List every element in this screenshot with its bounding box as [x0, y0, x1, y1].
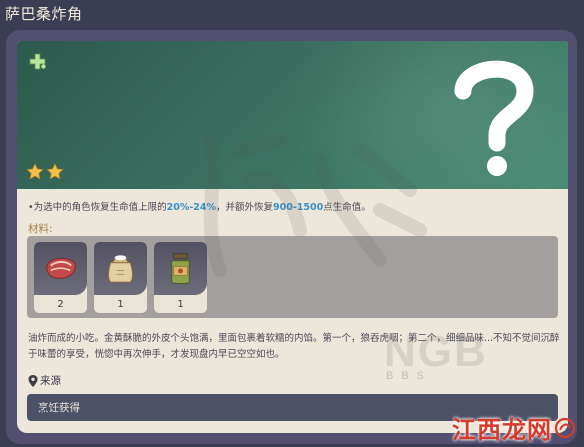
- material-count: 1: [117, 299, 124, 310]
- effect-percent: 20%-24%: [166, 202, 217, 213]
- material-item-jam-jar[interactable]: 1: [154, 242, 207, 313]
- material-count: 1: [177, 299, 184, 310]
- effect-prefix: •为选中的角色恢复生命值上限的: [28, 202, 167, 213]
- effect-text: •为选中的角色恢复生命值上限的20%-24%，并额外恢复900-1500点生命值…: [28, 199, 558, 213]
- title-bar: 萨巴桑炸角: [0, 0, 584, 26]
- source-label: 来源: [40, 375, 61, 387]
- effect-suffix: 点生命值。: [323, 202, 371, 213]
- source-heading: 来源: [28, 373, 61, 388]
- site-logo-watermark: 江西龙网: [452, 408, 584, 447]
- flour-sack-icon: [108, 255, 133, 283]
- heal-plus-icon: [29, 53, 46, 70]
- materials-panel: 2 1 1: [27, 236, 558, 318]
- jam-jar-icon: [171, 253, 190, 285]
- material-count: 2: [57, 299, 64, 310]
- effect-mid: ，并额外恢复: [216, 202, 274, 213]
- unknown-dish-question-icon: [454, 60, 534, 176]
- materials-label: 材料:: [28, 223, 53, 235]
- star-icon: [26, 163, 44, 180]
- star-icon: [46, 163, 64, 180]
- material-item-flour[interactable]: 1: [94, 242, 147, 313]
- material-item-raw-meat[interactable]: 2: [34, 242, 87, 313]
- source-entry-label: 烹饪获得: [38, 402, 80, 414]
- material-image: [34, 242, 87, 295]
- rarity-stars: [26, 163, 64, 181]
- ngb-watermark-sub: BBS: [386, 370, 433, 382]
- dragon-logo-icon: [554, 417, 576, 438]
- raw-meat-icon: [46, 257, 76, 279]
- material-image: [94, 242, 147, 295]
- effect-hp-value: 900-1500: [273, 202, 324, 213]
- site-logo-text: 江西龙网: [452, 415, 552, 444]
- item-banner: [17, 41, 568, 189]
- material-image: [154, 242, 207, 295]
- location-pin-icon: [28, 374, 38, 387]
- window-title: 萨巴桑炸角: [5, 5, 83, 23]
